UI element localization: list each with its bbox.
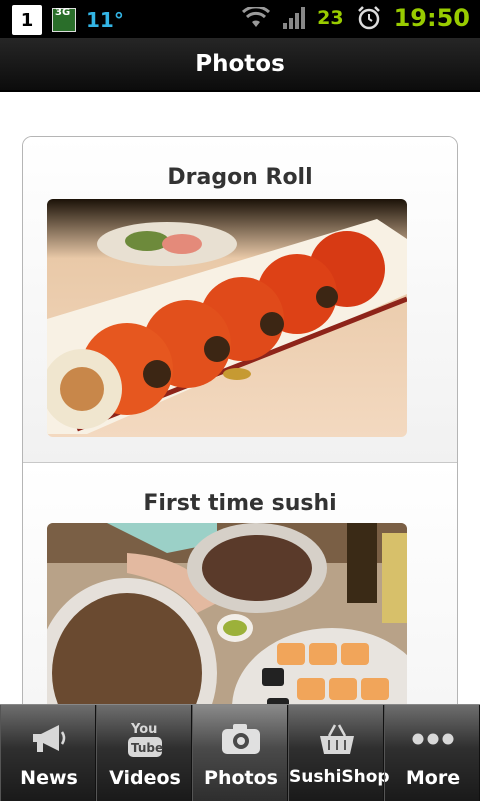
notification-number: 1 bbox=[20, 9, 34, 31]
title-bar: Photos bbox=[0, 38, 480, 92]
page-title: Photos bbox=[195, 51, 285, 77]
tab-photos[interactable]: Photos bbox=[192, 705, 288, 801]
tab-videos[interactable]: You Tube Videos bbox=[96, 705, 192, 801]
camera-icon bbox=[222, 724, 260, 754]
wifi-icon bbox=[242, 7, 271, 27]
notification-count-icon: 1 bbox=[12, 5, 42, 35]
network-type: 3G bbox=[55, 7, 71, 18]
dragon-roll-image bbox=[47, 199, 407, 437]
youtube-icon: You Tube bbox=[128, 722, 163, 757]
battery-level: 23 bbox=[317, 7, 344, 29]
photo-list-card: Dragon Roll First time sushi bbox=[22, 136, 458, 704]
megaphone-icon bbox=[33, 725, 66, 752]
alarm-clock-icon bbox=[357, 6, 380, 30]
dragon-roll-photo[interactable] bbox=[47, 199, 407, 437]
tab-more[interactable]: More bbox=[384, 705, 480, 801]
tab-label: More bbox=[405, 767, 461, 789]
svg-text:You: You bbox=[130, 722, 157, 737]
tab-label: Photos bbox=[204, 767, 278, 789]
tab-label: SushiShop bbox=[289, 767, 390, 787]
basket-icon bbox=[320, 724, 354, 754]
more-dots-icon bbox=[412, 733, 454, 745]
network-3g-icon: 3G bbox=[52, 7, 76, 32]
tab-label: Videos bbox=[109, 767, 181, 789]
svg-text:Tube: Tube bbox=[131, 741, 163, 755]
tab-sushishop[interactable]: SushiShop bbox=[288, 705, 390, 801]
photo-item-dragon-roll[interactable]: Dragon Roll bbox=[23, 137, 457, 463]
bottom-tab-bar: News You Tube Videos Photos SushiShop Mo… bbox=[0, 704, 480, 801]
sushi-platters-photo[interactable] bbox=[47, 523, 407, 704]
signal-strength-icon bbox=[283, 7, 306, 29]
temperature: 11° bbox=[86, 8, 124, 32]
status-bar: 1 3G 11° 23 19:50 bbox=[0, 0, 480, 38]
tab-news[interactable]: News bbox=[0, 705, 96, 801]
tab-label: News bbox=[20, 767, 78, 789]
sushi-platters-image bbox=[47, 523, 407, 704]
photo-title: First time sushi bbox=[143, 491, 337, 516]
photo-title: Dragon Roll bbox=[167, 165, 313, 190]
clock-time: 19:50 bbox=[393, 4, 470, 32]
photo-list-scroll[interactable]: Dragon Roll First time sushi bbox=[0, 92, 480, 704]
photo-item-first-time-sushi[interactable]: First time sushi bbox=[23, 463, 457, 704]
